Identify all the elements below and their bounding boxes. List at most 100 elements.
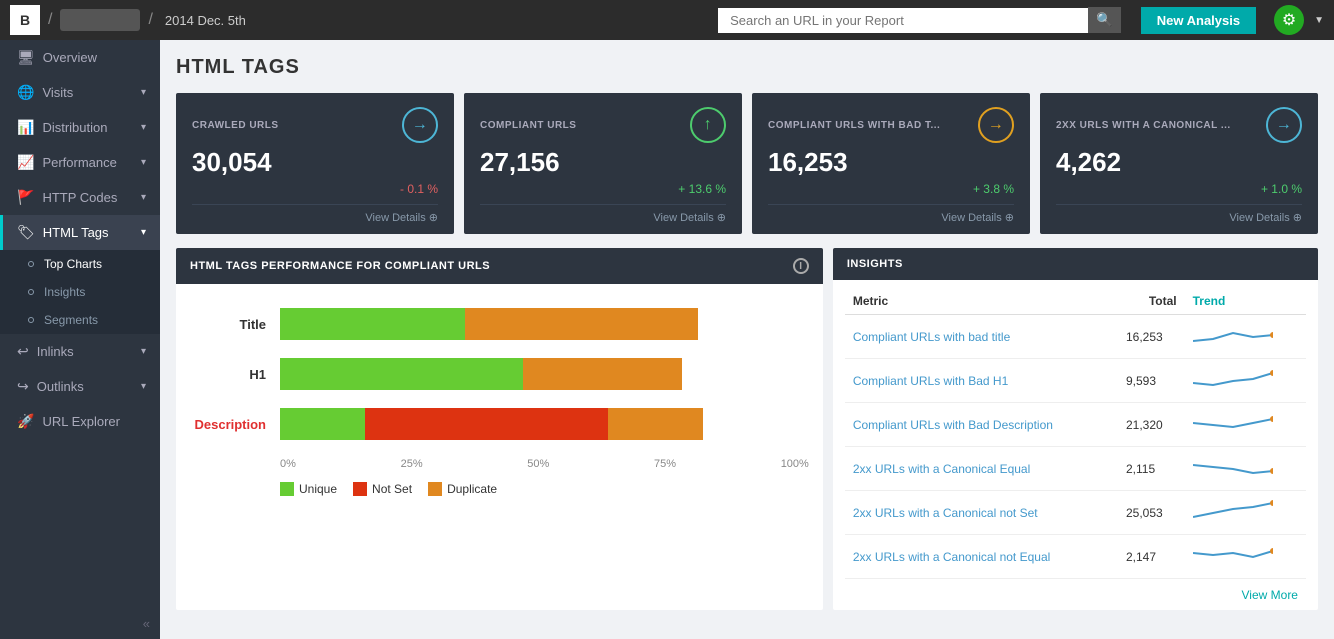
insights-table-body: Compliant URLs with bad title16,253Compl… [845, 315, 1306, 579]
chart-panel-title: HTML TAGS PERFORMANCE FOR COMPLIANT URLS [190, 260, 490, 272]
sidebar-item-http-codes[interactable]: 🚩 HTTP Codes ▾ [0, 180, 160, 215]
sidebar-item-insights[interactable]: Insights [0, 278, 160, 306]
search-button[interactable]: 🔍 [1088, 7, 1121, 33]
arrow-right-icon-crawled: → [402, 107, 438, 143]
card-compliant-bad-title: COMPLIANT URLS WITH BAD T... → 16,253 + … [752, 93, 1030, 234]
card-label-canonical: 2XX URLS WITH A CANONICAL ... → [1056, 107, 1302, 143]
chart-panel: HTML TAGS PERFORMANCE FOR COMPLIANT URLS… [176, 248, 823, 610]
legend-color-not-set [353, 482, 367, 496]
sidebar-label-insights: Insights [44, 285, 85, 299]
table-cell-metric[interactable]: Compliant URLs with bad title [845, 315, 1118, 359]
new-analysis-button[interactable]: New Analysis [1141, 7, 1256, 34]
bar-chart: Title H1 [190, 298, 809, 506]
card-crawled-urls: CRAWLED URLS → 30,054 - 0.1 % View Detai… [176, 93, 454, 234]
sidebar-item-outlinks[interactable]: ↪ Outlinks ▾ [0, 369, 160, 404]
card-value-crawled: 30,054 [192, 147, 438, 178]
breadcrumb-sep1: / [48, 11, 52, 29]
rocket-icon: 🚀 [17, 413, 34, 430]
sidebar-item-visits[interactable]: 🌐 Visits ▾ [0, 75, 160, 110]
view-more-link[interactable]: View More [1242, 588, 1298, 602]
sidebar-label-performance: Performance [42, 155, 116, 170]
cards-row: CRAWLED URLS → 30,054 - 0.1 % View Detai… [176, 93, 1318, 234]
monitor-icon: 🖥 [17, 49, 35, 66]
trend-sparkline [1193, 455, 1273, 479]
table-cell-metric[interactable]: Compliant URLs with Bad H1 [845, 359, 1118, 403]
flag-icon: 🚩 [17, 189, 34, 206]
sidebar-item-html-tags[interactable]: 🏷 HTML Tags ▾ [0, 215, 160, 250]
legend-label-unique: Unique [299, 482, 337, 496]
search-input[interactable] [718, 8, 1088, 33]
collapse-icon: « [143, 616, 150, 631]
card-label-bad-title: COMPLIANT URLS WITH BAD T... → [768, 107, 1014, 143]
card-value-compliant: 27,156 [480, 147, 726, 178]
card-footer-crawled[interactable]: View Details ⊕ [192, 204, 438, 224]
sidebar-item-segments[interactable]: Segments [0, 306, 160, 334]
sidebar-item-url-explorer[interactable]: 🚀 URL Explorer [0, 404, 160, 439]
insights-panel-header: INSIGHTS [833, 248, 1318, 280]
card-2xx-canonical: 2XX URLS WITH A CANONICAL ... → 4,262 + … [1040, 93, 1318, 234]
bar-label-title: Title [190, 317, 280, 332]
table-cell-metric[interactable]: 2xx URLs with a Canonical not Equal [845, 535, 1118, 579]
sidebar-item-inlinks[interactable]: ↩ Inlinks ▾ [0, 334, 160, 369]
breadcrumb-project[interactable] [60, 9, 140, 31]
dot-icon-segments [28, 317, 34, 323]
legend-color-unique [280, 482, 294, 496]
trend-sparkline [1193, 499, 1273, 523]
sidebar-collapse-button[interactable]: « [0, 608, 160, 639]
card-change-crawled: - 0.1 % [192, 182, 438, 196]
sidebar-item-overview[interactable]: 🖥 Overview [0, 40, 160, 75]
bar-seg-desc-green [280, 408, 365, 440]
bar-row-description: Description [190, 408, 809, 440]
logo: B [10, 5, 40, 35]
header-date: 2014 Dec. 5th [165, 13, 246, 28]
sidebar-item-top-charts[interactable]: Top Charts [0, 250, 160, 278]
bar-container-h1 [280, 358, 809, 390]
sidebar-label-url-explorer: URL Explorer [42, 414, 120, 429]
table-cell-total: 9,593 [1118, 359, 1185, 403]
card-value-bad-title: 16,253 [768, 147, 1014, 178]
header: B / / 2014 Dec. 5th 🔍 New Analysis ⚙ ▼ [0, 0, 1334, 40]
page-title: HTML TAGS [176, 56, 1318, 79]
legend-duplicate: Duplicate [428, 482, 497, 496]
table-cell-total: 25,053 [1118, 491, 1185, 535]
table-row: 2xx URLs with a Canonical not Set25,053 [845, 491, 1306, 535]
axis-100: 100% [781, 458, 809, 470]
axis-25: 25% [401, 458, 423, 470]
card-footer-bad-title[interactable]: View Details ⊕ [768, 204, 1014, 224]
table-cell-metric[interactable]: 2xx URLs with a Canonical not Set [845, 491, 1118, 535]
content-area: HTML TAGS CRAWLED URLS → 30,054 - 0.1 % … [160, 40, 1334, 639]
sidebar-item-performance[interactable]: 📈 Performance ▾ [0, 145, 160, 180]
chevron-down-icon-perf: ▾ [141, 157, 146, 168]
table-cell-metric[interactable]: Compliant URLs with Bad Description [845, 403, 1118, 447]
table-cell-trend [1185, 535, 1306, 579]
avatar: ⚙ [1274, 5, 1304, 35]
tags-icon: 🏷 [17, 224, 35, 241]
view-more-section: View More [845, 579, 1306, 606]
table-cell-trend [1185, 447, 1306, 491]
table-cell-trend [1185, 359, 1306, 403]
sidebar-label-segments: Segments [44, 313, 98, 327]
card-value-canonical: 4,262 [1056, 147, 1302, 178]
legend-not-set: Not Set [353, 482, 412, 496]
chart-info-icon[interactable]: i [793, 258, 809, 274]
card-footer-canonical[interactable]: View Details ⊕ [1056, 204, 1302, 224]
avatar-dropdown-icon[interactable]: ▼ [1314, 15, 1324, 26]
legend-label-duplicate: Duplicate [447, 482, 497, 496]
table-cell-total: 2,115 [1118, 447, 1185, 491]
sidebar: 🖥 Overview 🌐 Visits ▾ 📊 Distribution ▾ 📈… [0, 40, 160, 639]
bar-seg-h1-orange [523, 358, 682, 390]
table-cell-metric[interactable]: 2xx URLs with a Canonical Equal [845, 447, 1118, 491]
axis-0: 0% [280, 458, 296, 470]
chart-panel-body: Title H1 [176, 284, 823, 520]
card-footer-compliant[interactable]: View Details ⊕ [480, 204, 726, 224]
sidebar-label-inlinks: Inlinks [37, 344, 74, 359]
chevron-down-icon-inlinks: ▾ [141, 346, 146, 357]
sidebar-label-outlinks: Outlinks [37, 379, 84, 394]
trend-sparkline [1193, 367, 1273, 391]
search-bar: 🔍 [718, 7, 1121, 33]
card-change-canonical: + 1.0 % [1056, 182, 1302, 196]
bar-label-h1: H1 [190, 367, 280, 382]
dot-icon-insights [28, 289, 34, 295]
dot-icon-top-charts [28, 261, 34, 267]
sidebar-item-distribution[interactable]: 📊 Distribution ▾ [0, 110, 160, 145]
